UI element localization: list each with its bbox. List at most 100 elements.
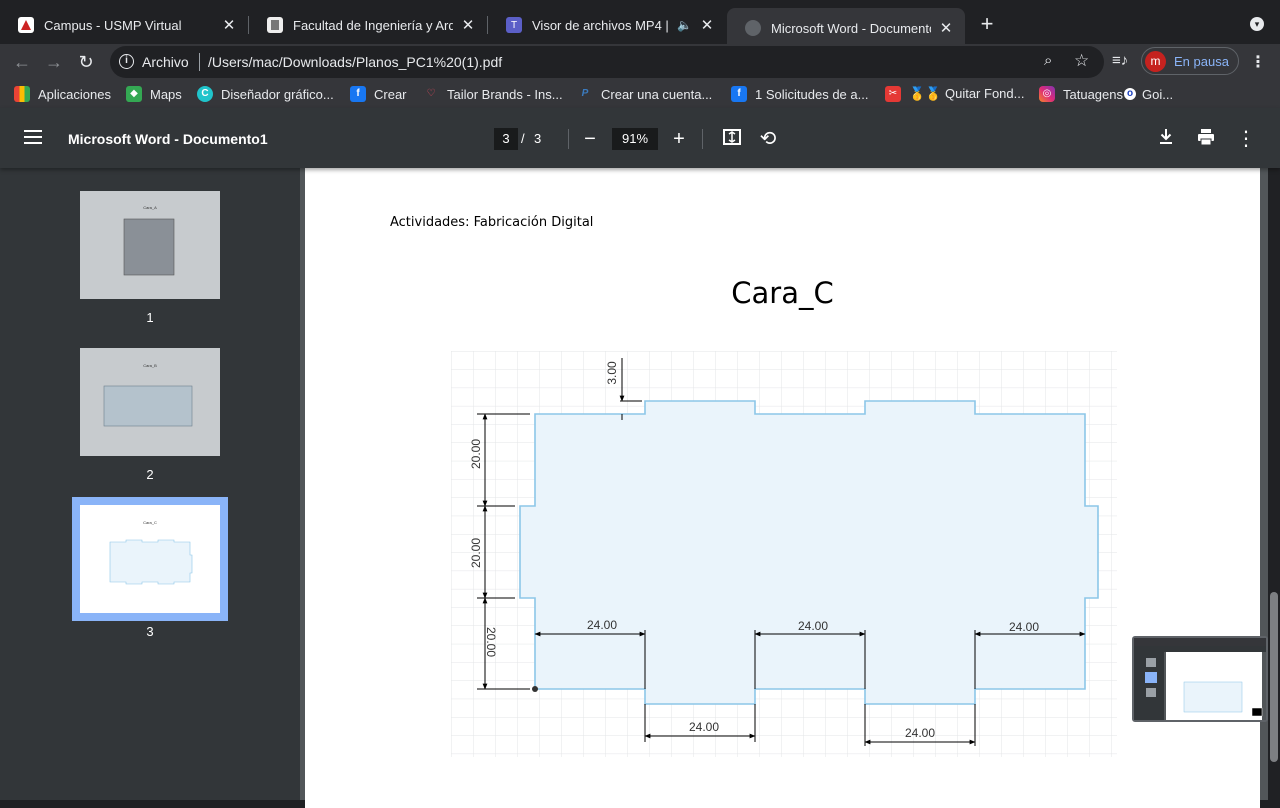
- bookmarks-bar: Aplicaciones ◆ Maps C Diseñador gráfico.…: [0, 80, 1280, 108]
- tab-facultad[interactable]: Facultad de Ingeniería y Arquit ✕: [249, 8, 487, 42]
- dim-top-notch: 3.00: [605, 361, 619, 385]
- vertical-scrollbar[interactable]: [1268, 168, 1280, 800]
- forward-arrow-icon[interactable]: →: [42, 50, 66, 74]
- print-icon[interactable]: [1194, 127, 1218, 151]
- fit-to-page-icon[interactable]: [720, 127, 744, 151]
- dim-left-lower: 20.00: [484, 627, 498, 657]
- zoom-out-icon[interactable]: −: [578, 127, 602, 151]
- dim-bottom-outer-2: 24.00: [905, 726, 935, 740]
- bookmark-goi[interactable]: o Goi...: [1124, 86, 1173, 102]
- new-tab-button[interactable]: +: [976, 13, 998, 35]
- profile-button[interactable]: m En pausa: [1141, 47, 1239, 75]
- address-divider: [199, 53, 200, 71]
- tab-title: Facultad de Ingeniería y Arquit: [293, 17, 453, 33]
- bookmark-label: Crear una cuenta...: [601, 86, 713, 102]
- technical-drawing: 20.00 20.00 20.00 3.00 24.00 24.00 24.00…: [451, 351, 1117, 757]
- origin-point: [532, 686, 538, 692]
- thumbnail-sidebar: Cara_A 1 Cara_B 2 Cara_C 3: [0, 168, 300, 800]
- tab-search-chevron-icon[interactable]: ▾: [1250, 17, 1264, 31]
- instagram-icon: ◎: [1039, 86, 1055, 102]
- tab-close-icon[interactable]: ✕: [698, 16, 716, 34]
- pdf-main-view[interactable]: Actividades: Fabricación Digital Cara_C: [300, 168, 1268, 808]
- tab-campus-usmp[interactable]: Campus - USMP Virtual ✕: [0, 8, 248, 42]
- bookmark-crear-cuenta[interactable]: P Crear una cuenta...: [577, 86, 713, 102]
- bookmark-label: 🥇🥇 Quitar Fond...: [909, 86, 1025, 101]
- back-arrow-icon[interactable]: ←: [10, 50, 34, 74]
- paypal-icon: P: [581, 88, 589, 99]
- zoom-magnifier-icon[interactable]: ⌕: [1044, 52, 1052, 69]
- reload-icon[interactable]: ↻: [74, 50, 98, 74]
- browser-toolbar: ← → ↻ i Archivo /Users/mac/Downloads/Pla…: [0, 44, 1280, 80]
- tab-visor-mp4[interactable]: T Visor de archivos MP4 | Mi 🔈 ✕: [488, 8, 726, 42]
- more-options-icon[interactable]: ⋮: [1234, 127, 1258, 151]
- download-icon[interactable]: [1154, 127, 1178, 151]
- tab-title: Microsoft Word - Documento1: [771, 20, 931, 36]
- bookmark-label: Goi...: [1142, 86, 1174, 102]
- page-separator: /: [521, 131, 525, 146]
- dim-left-middle: 20.00: [469, 538, 483, 568]
- zoom-in-icon[interactable]: +: [667, 127, 691, 151]
- tab-strip: Campus - USMP Virtual ✕ Facultad de Inge…: [0, 0, 1280, 48]
- speaker-icon[interactable]: 🔈: [677, 18, 692, 32]
- bookmark-quitar-fondo[interactable]: ✂ 🥇🥇 Quitar Fond...: [885, 86, 1024, 102]
- screenshot-preview-thumbnail[interactable]: [1132, 636, 1268, 722]
- bookmark-solicitudes[interactable]: f 1 Solicitudes de a...: [731, 86, 868, 102]
- facebook-icon: f: [731, 86, 747, 102]
- bookmark-label: Tatuagens: [1063, 86, 1123, 102]
- cara-c-outline: [519, 400, 1099, 705]
- bookmark-crear[interactable]: f Crear: [350, 86, 407, 102]
- toolbar-divider: [568, 129, 569, 149]
- thumbnail-page-3-selected[interactable]: Cara_C: [72, 497, 228, 621]
- hamburger-menu-icon[interactable]: [24, 130, 42, 144]
- tailor-brands-icon: ♡: [426, 88, 436, 99]
- tab-close-icon[interactable]: ✕: [937, 19, 955, 37]
- dim-bottom-outer-1: 24.00: [689, 720, 719, 734]
- bookmark-tatuagens[interactable]: ◎ Tatuagens: [1039, 86, 1123, 102]
- pdf-toolbar: Microsoft Word - Documento1 3 / 3 − 91% …: [0, 108, 1280, 168]
- page-number-input[interactable]: 3: [494, 128, 518, 150]
- bookmark-disenador[interactable]: C Diseñador gráfico...: [197, 86, 334, 102]
- thumbnail-page-1[interactable]: Cara_A: [80, 191, 220, 299]
- goi-icon: o: [1124, 88, 1136, 100]
- media-control-icon[interactable]: ≡♪: [1112, 52, 1128, 69]
- tab-title: Campus - USMP Virtual: [44, 17, 182, 33]
- scrollbar-thumb[interactable]: [1270, 592, 1278, 762]
- bookmark-aplicaciones[interactable]: Aplicaciones: [14, 86, 111, 102]
- info-icon[interactable]: i: [119, 54, 134, 69]
- avatar: m: [1145, 51, 1166, 72]
- tab-close-icon[interactable]: ✕: [459, 16, 477, 34]
- bookmark-label: Maps: [150, 86, 182, 102]
- bookmark-maps[interactable]: ◆ Maps: [126, 86, 182, 102]
- apps-grid-icon: [14, 86, 30, 102]
- page-total: 3: [534, 131, 542, 146]
- facebook-icon: f: [350, 86, 366, 102]
- dim-left-upper: 20.00: [469, 439, 483, 469]
- usmp-favicon-icon: [18, 17, 34, 33]
- facultad-favicon-icon: [267, 17, 283, 33]
- profile-status-label: En pausa: [1174, 54, 1229, 69]
- canva-icon: C: [197, 86, 213, 102]
- browser-menu-icon[interactable]: ⋮: [1250, 52, 1266, 72]
- dim-bottom-inner-2: 24.00: [798, 619, 828, 633]
- address-bar[interactable]: i Archivo /Users/mac/Downloads/Planos_PC…: [110, 46, 1104, 78]
- thumbnail-page-2[interactable]: Cara_B: [80, 348, 220, 456]
- tab-close-icon[interactable]: ✕: [220, 16, 238, 34]
- thumbnail-drawing: Cara_A: [123, 205, 175, 276]
- rotate-icon[interactable]: ⟲: [756, 127, 780, 151]
- dim-bottom-inner-3: 24.00: [1009, 620, 1039, 634]
- zoom-input[interactable]: 91%: [612, 128, 658, 150]
- dim-bottom-inner-1: 24.00: [587, 618, 617, 632]
- address-scheme: Archivo: [142, 54, 189, 70]
- bookmark-label: Tailor Brands - Ins...: [447, 86, 563, 102]
- teams-favicon-icon: T: [506, 17, 522, 33]
- bookmark-label: Diseñador gráfico...: [221, 86, 334, 102]
- thumbnail-drawing: Cara_C: [109, 520, 193, 585]
- maps-icon: ◆: [126, 86, 142, 102]
- bookmark-star-icon[interactable]: ☆: [1074, 51, 1089, 71]
- preview-image: [1134, 638, 1266, 720]
- thumbnail-number: 3: [146, 624, 154, 639]
- address-url[interactable]: /Users/mac/Downloads/Planos_PC1%20(1).pd…: [208, 54, 502, 70]
- tab-microsoft-word-active[interactable]: Microsoft Word - Documento1 ✕: [727, 8, 965, 48]
- thumbnail-caption: Cara_A: [143, 205, 157, 210]
- bookmark-tailor-brands[interactable]: ♡ Tailor Brands - Ins...: [423, 86, 563, 102]
